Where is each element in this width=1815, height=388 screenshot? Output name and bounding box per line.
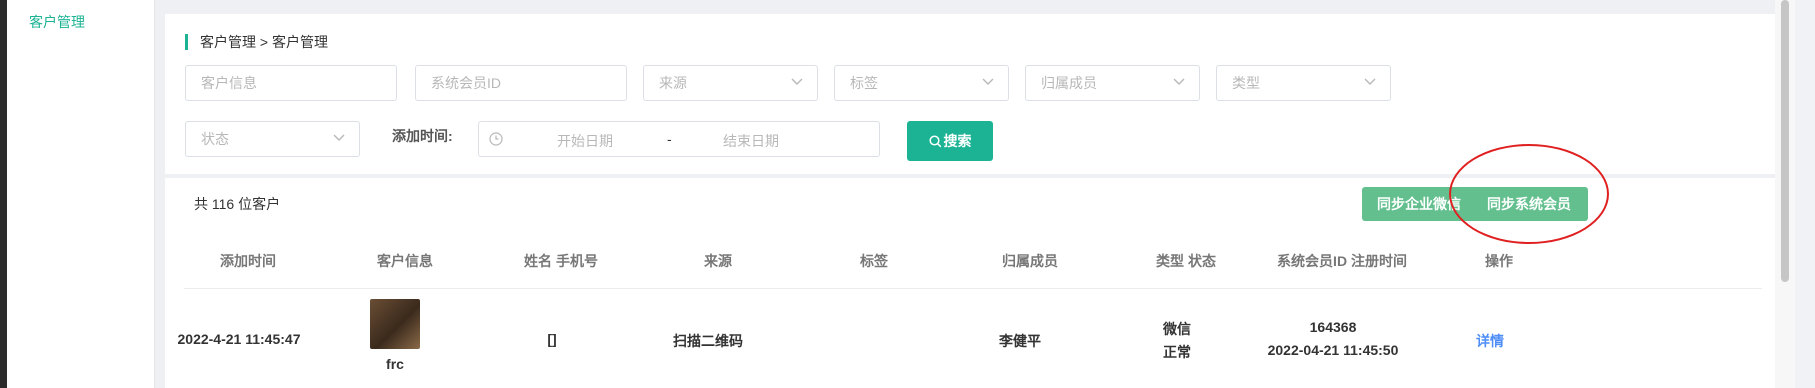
cell-name-phone: [] bbox=[547, 331, 557, 347]
customer-list-panel: 共 116 位客户 同步企业微信 同步系统会员 添加时间 客户信息 姓名 手机号… bbox=[165, 144, 1782, 388]
chevron-down-icon bbox=[791, 66, 803, 86]
cell-owner: 李健平 bbox=[999, 333, 1041, 349]
cell-register-time: 2022-04-21 11:45:50 bbox=[1267, 342, 1399, 358]
owner-select[interactable]: 归属成员 bbox=[1025, 65, 1200, 101]
chevron-down-icon bbox=[1173, 66, 1185, 86]
column-header-actions: 操作 bbox=[1485, 253, 1513, 269]
source-placeholder: 来源 bbox=[659, 75, 687, 91]
status-select[interactable]: 状态 bbox=[185, 121, 360, 157]
date-separator: - bbox=[667, 131, 672, 147]
chevron-down-icon bbox=[333, 122, 345, 142]
column-header-member-id-register-time: 系统会员ID 注册时间 bbox=[1277, 253, 1407, 269]
details-link[interactable]: 详情 bbox=[1476, 331, 1504, 351]
column-header-tag: 标签 bbox=[860, 253, 888, 269]
customer-info-input[interactable]: 客户信息 bbox=[185, 65, 397, 101]
system-member-id-input[interactable]: 系统会员ID bbox=[415, 65, 627, 101]
cell-type: 微信 bbox=[1163, 321, 1191, 337]
scrollbar-thumb[interactable] bbox=[1781, 0, 1789, 282]
type-placeholder: 类型 bbox=[1232, 75, 1260, 91]
end-date-input[interactable]: 结束日期 bbox=[723, 131, 779, 151]
cell-status: 正常 bbox=[1163, 344, 1191, 360]
column-header-add-time: 添加时间 bbox=[220, 253, 276, 269]
cell-customer-name: frc bbox=[386, 356, 404, 372]
avatar bbox=[370, 299, 420, 349]
column-header-owner: 归属成员 bbox=[1002, 253, 1058, 269]
column-header-name-phone: 姓名 手机号 bbox=[524, 253, 598, 269]
customer-count: 共 116 位客户 bbox=[194, 196, 281, 212]
system-member-id-placeholder: 系统会员ID bbox=[431, 75, 501, 91]
search-button[interactable]: 搜索 bbox=[907, 121, 993, 161]
window-edge bbox=[0, 0, 7, 388]
search-button-label: 搜索 bbox=[943, 133, 972, 149]
start-date-input[interactable]: 开始日期 bbox=[557, 131, 613, 151]
column-header-source: 来源 bbox=[704, 253, 732, 269]
column-header-customer-info: 客户信息 bbox=[377, 253, 433, 269]
tag-select[interactable]: 标签 bbox=[834, 65, 1009, 101]
date-range-picker[interactable]: 开始日期 - 结束日期 bbox=[478, 121, 880, 157]
annotation-circle bbox=[1449, 144, 1609, 244]
clock-icon bbox=[489, 132, 503, 149]
main-content: 客户管理 > 客户管理 客户信息 系统会员ID 来源 标签 归属成员 类型 状态… bbox=[155, 0, 1795, 388]
sidebar-item-customer-management[interactable]: 客户管理 bbox=[29, 12, 85, 32]
customer-info-placeholder: 客户信息 bbox=[201, 75, 257, 91]
type-select[interactable]: 类型 bbox=[1216, 65, 1391, 101]
cell-source: 扫描二维码 bbox=[673, 333, 743, 349]
search-icon bbox=[928, 133, 944, 149]
cell-member-id: 164368 bbox=[1309, 319, 1357, 335]
breadcrumb: 客户管理 > 客户管理 bbox=[185, 34, 328, 50]
chevron-down-icon bbox=[982, 66, 994, 86]
cell-add-time: 2022-4-21 11:45:47 bbox=[177, 331, 301, 347]
add-time-label: 添加时间: bbox=[392, 128, 453, 144]
column-header-type-status: 类型 状态 bbox=[1156, 253, 1216, 269]
source-select[interactable]: 来源 bbox=[643, 65, 818, 101]
sidebar: 客户管理 bbox=[7, 0, 155, 388]
chevron-down-icon bbox=[1364, 66, 1376, 86]
scrollbar-track[interactable] bbox=[1775, 0, 1795, 388]
header-divider bbox=[184, 288, 1762, 289]
owner-placeholder: 归属成员 bbox=[1041, 75, 1097, 91]
status-placeholder: 状态 bbox=[201, 131, 229, 147]
tag-placeholder: 标签 bbox=[850, 75, 878, 91]
